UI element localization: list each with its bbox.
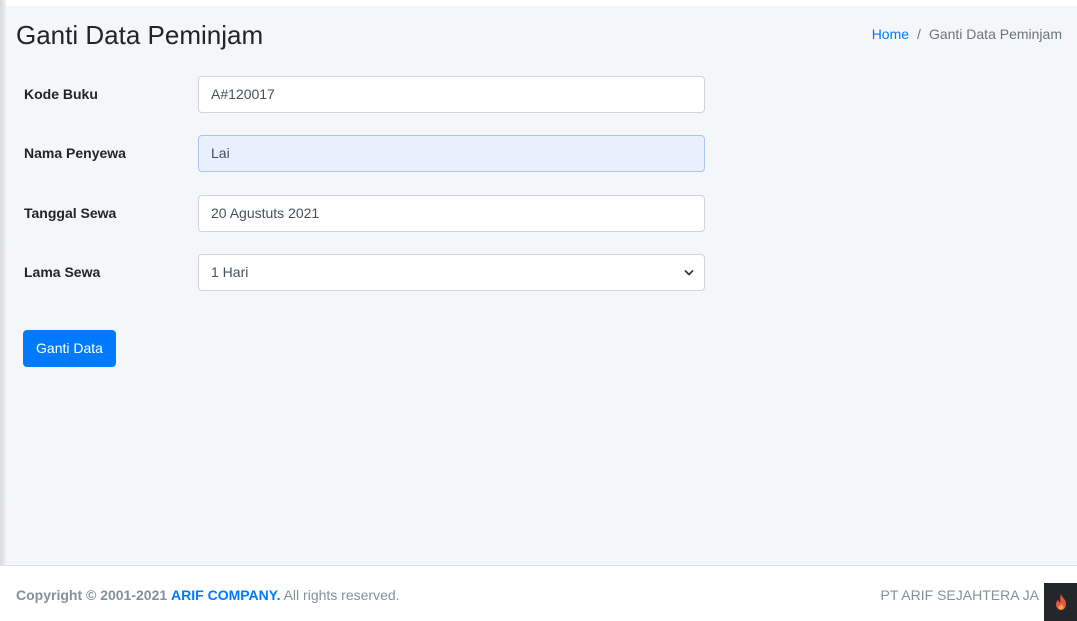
kode-buku-input[interactable]: A#120017 — [198, 76, 705, 113]
sidebar-edge — [0, 0, 6, 621]
kode-buku-label: Kode Buku — [24, 86, 98, 102]
breadcrumb-home-link[interactable]: Home — [872, 26, 909, 42]
breadcrumb-current: Ganti Data Peminjam — [928, 26, 1062, 42]
breadcrumb-separator: / — [917, 26, 921, 42]
flame-icon — [1056, 594, 1066, 610]
company-link[interactable]: ARIF COMPANY. — [171, 587, 280, 603]
form-row-tanggal-sewa: Tanggal Sewa 20 Agustuts 2021 — [24, 195, 705, 232]
page-title: Ganti Data Peminjam — [16, 20, 264, 50]
nama-penyewa-label: Nama Penyewa — [24, 145, 126, 161]
form-row-kode-buku: Kode Buku A#120017 — [24, 76, 705, 113]
footer-company-name: PT ARIF SEJAHTERA JA — [880, 587, 1039, 603]
footer-copyright: Copyright © 2001-2021 ARIF COMPANY. All … — [16, 587, 400, 603]
form-row-lama-sewa: Lama Sewa 1 Hari — [24, 254, 705, 291]
lama-sewa-selected-value: 1 Hari — [211, 264, 249, 280]
copyright-prefix: Copyright © 2001-2021 — [16, 587, 168, 603]
lama-sewa-select[interactable]: 1 Hari — [198, 254, 705, 291]
page: Ganti Data Peminjam Home / Ganti Data Pemi… — [0, 0, 1077, 621]
nama-penyewa-input[interactable]: Lai — [198, 135, 705, 172]
tanggal-sewa-label: Tanggal Sewa — [24, 205, 117, 221]
tanggal-sewa-input[interactable]: 20 Agustuts 2021 — [198, 195, 705, 232]
debug-toolbar-badge[interactable] — [1044, 583, 1077, 621]
form-row-nama-penyewa: Nama Penyewa Lai — [24, 135, 705, 172]
breadcrumb: Home / Ganti Data Peminjam — [872, 26, 1062, 42]
lama-sewa-label: Lama Sewa — [24, 264, 101, 280]
rights-text: All rights reserved. — [283, 587, 400, 603]
top-bar — [0, 0, 1077, 6]
footer: Copyright © 2001-2021 ARIF COMPANY. All … — [0, 565, 1077, 621]
ganti-data-button[interactable]: Ganti Data — [23, 330, 116, 367]
chevron-down-icon — [684, 270, 694, 276]
